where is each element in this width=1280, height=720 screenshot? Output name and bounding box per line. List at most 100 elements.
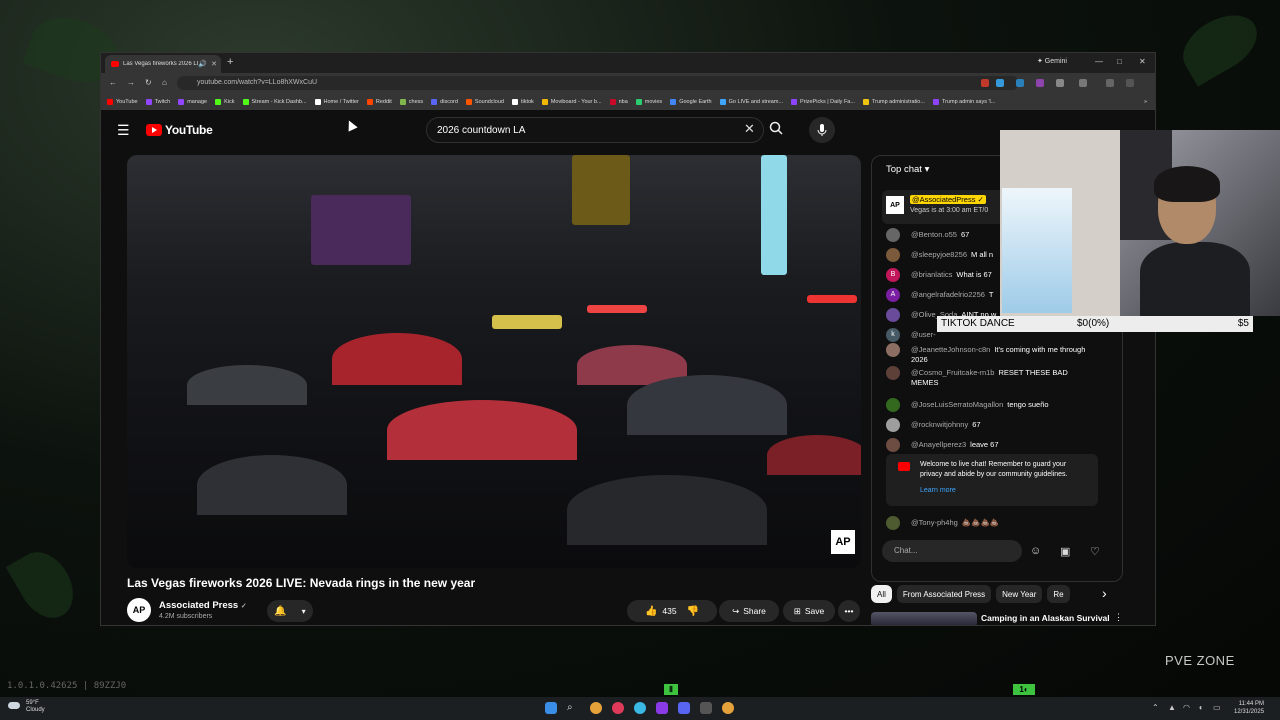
chat-username[interactable]: @rocknwitjohnny: [911, 420, 968, 429]
bookmark-item[interactable]: PrizePicks | Daily Fa...: [791, 99, 855, 105]
volume-icon[interactable]: ◖: [1198, 703, 1203, 712]
chat-username[interactable]: @Benton.o55: [911, 230, 957, 239]
youtube-logo[interactable]: YouTube: [146, 123, 213, 137]
chrome-icon[interactable]: [590, 702, 602, 714]
bookmark-item[interactable]: Trump admin says 'l...: [932, 99, 995, 105]
super-chat-icon[interactable]: ▣: [1060, 545, 1070, 558]
bookmark-item[interactable]: Go LIVE and stream...: [719, 99, 783, 105]
clear-search-icon[interactable]: ✕: [744, 121, 755, 137]
menu-dots-icon[interactable]: [1126, 79, 1134, 87]
bookmark-item[interactable]: YouTube: [107, 99, 138, 105]
chat-username[interactable]: @brianlatics: [911, 270, 952, 279]
chevron-right-icon[interactable]: ›: [1102, 585, 1107, 601]
more-actions-button[interactable]: •••: [838, 600, 860, 622]
heart-icon[interactable]: ♡: [1090, 545, 1100, 558]
tab-youtube[interactable]: Las Vegas fireworks 2026 LI 🔊 ✕: [105, 55, 221, 73]
bookmark-item[interactable]: chess: [399, 99, 423, 105]
windows-start-icon[interactable]: [545, 702, 557, 714]
extension-icon[interactable]: [1016, 79, 1024, 87]
reload-icon[interactable]: ↻: [145, 78, 152, 87]
system-clock[interactable]: 11:44 PM 12/31/2025: [1234, 700, 1264, 716]
bell-icon: 🔔: [274, 605, 287, 617]
search-input[interactable]: 2026 countdown LA: [426, 117, 764, 143]
chip-0[interactable]: All: [871, 585, 892, 603]
dislike-button[interactable]: 👎: [687, 606, 699, 617]
edge-icon[interactable]: [634, 702, 646, 714]
like-button[interactable]: 👍 435: [645, 606, 677, 617]
recommendation-title[interactable]: Camping in an Alaskan Survival: [981, 613, 1110, 623]
chat-avatar: [886, 228, 900, 242]
learn-more-link[interactable]: Learn more: [920, 487, 956, 494]
extension-icon[interactable]: [996, 79, 1004, 87]
network-icon[interactable]: ▲: [1168, 703, 1176, 712]
app-icon[interactable]: [700, 702, 712, 714]
chat-avatar: [886, 418, 900, 432]
chat-input[interactable]: Chat...: [882, 540, 1022, 562]
extension-icon[interactable]: [1036, 79, 1044, 87]
obs-icon[interactable]: [656, 702, 668, 714]
notifications-button[interactable]: 🔔 ▾: [267, 600, 313, 622]
save-button[interactable]: ⊞ Save: [783, 600, 835, 622]
app-icon[interactable]: [612, 702, 624, 714]
recommendation-thumbnail[interactable]: [871, 612, 977, 625]
url-bar[interactable]: youtube.com/watch?v=LLo8hXWxCuU: [177, 76, 1019, 90]
bookmark-item[interactable]: Trump administratio...: [862, 99, 925, 105]
channel-avatar[interactable]: AP: [127, 598, 151, 622]
bookmark-item[interactable]: Home / Twitter: [314, 99, 359, 105]
video-player[interactable]: AP: [127, 155, 861, 568]
forward-arrow-icon[interactable]: →: [127, 78, 135, 87]
chat-username[interactable]: @JeanetteJohnson-c8n: [911, 345, 990, 354]
bookmark-item[interactable]: Google Earth: [670, 99, 712, 105]
minimize-button[interactable]: —: [1095, 57, 1103, 66]
bookmark-item[interactable]: Reddit: [366, 99, 392, 105]
extension-icon[interactable]: [981, 79, 989, 87]
chat-username[interactable]: @angelrafadelrio2256: [911, 290, 985, 299]
bookmark-item[interactable]: Moviboard - Your b...: [541, 99, 602, 105]
bookmark-item[interactable]: tiktok: [511, 99, 534, 105]
channel-name[interactable]: Associated Press ✓: [159, 600, 247, 611]
chat-mode-dropdown[interactable]: Top chat ▾: [886, 164, 929, 175]
bookmark-item[interactable]: nba: [609, 99, 628, 105]
discord-icon[interactable]: [678, 702, 690, 714]
voice-search-button[interactable]: [809, 117, 835, 143]
chat-username[interactable]: @Cosmo_Fruitcake-m1b: [911, 368, 994, 377]
close-window-button[interactable]: ✕: [1139, 57, 1146, 66]
share-button[interactable]: ↪ Share: [719, 600, 779, 622]
new-tab-button[interactable]: +: [227, 56, 233, 68]
audio-icon[interactable]: 🔊: [198, 60, 207, 68]
maximize-button[interactable]: □: [1117, 57, 1122, 66]
bookmark-item[interactable]: Kick: [215, 99, 235, 105]
chat-username[interactable]: @user-: [911, 330, 936, 339]
home-icon[interactable]: ⌂: [162, 78, 167, 87]
wifi-icon[interactable]: ◠: [1183, 703, 1190, 712]
gemini-button[interactable]: ✦ Gemini: [1037, 57, 1067, 65]
hamburger-menu-icon[interactable]: ☰: [117, 122, 130, 139]
profile-icon[interactable]: [1106, 79, 1114, 87]
goal-progress: $0(0%): [1077, 318, 1110, 329]
chip-3[interactable]: Re: [1047, 585, 1070, 603]
chrome-icon[interactable]: [722, 702, 734, 714]
search-icon[interactable]: ⌕: [567, 702, 579, 714]
bookmark-item[interactable]: Stream - Kick Dashb...: [242, 99, 307, 105]
chat-username[interactable]: @Anayellperez3: [911, 440, 966, 449]
bookmark-item[interactable]: Soundcloud: [465, 99, 504, 105]
bookmark-item[interactable]: movies: [635, 99, 662, 105]
tab-close-icon[interactable]: ✕: [211, 60, 217, 68]
chat-username[interactable]: @sleepyjoe8256: [911, 250, 967, 259]
bookmark-item[interactable]: Twitch: [145, 99, 170, 105]
bookmark-item[interactable]: manage: [178, 99, 207, 105]
chip-1[interactable]: From Associated Press: [896, 585, 992, 603]
extension-icon[interactable]: [1056, 79, 1064, 87]
sidebar-icon[interactable]: [1079, 79, 1087, 87]
bookmarks-overflow-icon[interactable]: »: [1144, 99, 1147, 105]
tray-chevron-icon[interactable]: ⌃: [1152, 703, 1159, 712]
emoji-icon[interactable]: ☺: [1030, 545, 1041, 557]
chip-2[interactable]: New Year: [996, 585, 1043, 603]
more-vert-icon[interactable]: ⋮: [1114, 612, 1123, 623]
battery-icon[interactable]: ▭: [1213, 703, 1221, 712]
search-icon[interactable]: [769, 121, 783, 138]
chat-username[interactable]: @JoseLuisSerratoMagallon: [911, 400, 1003, 409]
back-arrow-icon[interactable]: ←: [109, 78, 117, 87]
chat-username[interactable]: @Tony-ph4hg: [911, 518, 958, 527]
bookmark-item[interactable]: discord: [431, 99, 458, 105]
